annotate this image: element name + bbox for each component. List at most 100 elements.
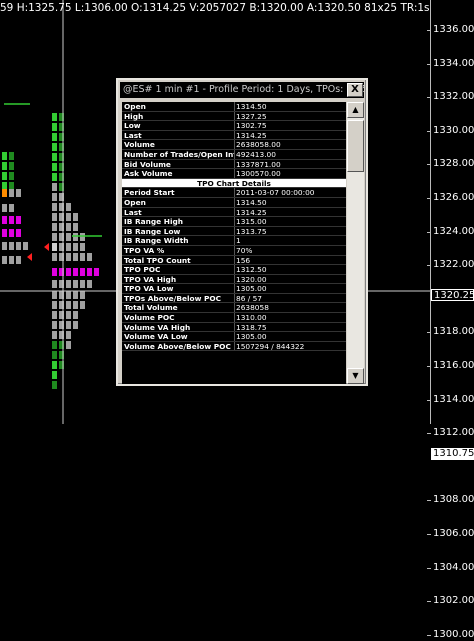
tpo-block bbox=[73, 233, 78, 241]
column-divider bbox=[234, 255, 235, 265]
tpo-block bbox=[73, 213, 78, 221]
tpo-block bbox=[66, 268, 71, 276]
tpo-block bbox=[2, 204, 7, 212]
tpo-block bbox=[80, 301, 85, 309]
row-value: 1507294 / 844322 bbox=[236, 341, 305, 351]
tpo-block bbox=[52, 233, 57, 241]
tpo-block bbox=[16, 189, 21, 197]
tpo-block bbox=[87, 253, 92, 261]
tpo-block bbox=[73, 311, 78, 319]
crosshair-price-label: 1310.75 bbox=[431, 448, 474, 461]
price-tick-label: 1332.00 bbox=[433, 91, 474, 103]
row-value: 70% bbox=[236, 245, 253, 255]
tpo-block bbox=[80, 233, 85, 241]
column-divider bbox=[234, 169, 235, 178]
row-value: 2638058.00 bbox=[236, 140, 281, 150]
price-tick-mark bbox=[427, 265, 431, 267]
tpo-block bbox=[66, 301, 71, 309]
row-label: Total TPO Count bbox=[124, 255, 191, 265]
row-value: 1302.75 bbox=[236, 121, 267, 131]
scroll-thumb[interactable] bbox=[347, 120, 364, 172]
row-label: Last bbox=[124, 207, 142, 217]
row-value: 2011-03-07 00:00:00 bbox=[236, 188, 315, 198]
row-label: Volume Above/Below POC bbox=[124, 341, 231, 351]
tpo-block bbox=[52, 193, 57, 201]
price-tick-label: 1314.00 bbox=[433, 393, 474, 405]
tpo-block bbox=[87, 280, 92, 288]
tpo-block bbox=[80, 280, 85, 288]
tpo-block bbox=[52, 331, 57, 339]
row-value: 1315.00 bbox=[236, 217, 267, 227]
tpo-block bbox=[16, 242, 21, 250]
tpo-block bbox=[52, 173, 57, 181]
row-value: 1 bbox=[236, 236, 241, 246]
tpo-block bbox=[16, 256, 21, 264]
price-tick-mark bbox=[427, 601, 431, 603]
tpo-block bbox=[66, 331, 71, 339]
table-row: Period Start 2011-03-07 00:00:00 bbox=[122, 188, 346, 198]
close-button[interactable]: X bbox=[347, 83, 363, 97]
table-row: High 1327.25 bbox=[122, 111, 346, 122]
tpo-block bbox=[2, 162, 7, 170]
tpo-block bbox=[2, 242, 7, 250]
tpo-block bbox=[52, 123, 57, 131]
tpo-block bbox=[73, 268, 78, 276]
price-tick-mark bbox=[427, 366, 431, 367]
tpo-block bbox=[66, 223, 71, 231]
scroll-down-button[interactable]: ▼ bbox=[347, 368, 364, 384]
tpo-block bbox=[52, 268, 57, 276]
row-value: 1314.50 bbox=[236, 102, 267, 111]
table-row: Bid Volume 1337871.00 bbox=[122, 159, 346, 170]
price-tick-mark bbox=[427, 97, 431, 99]
table-row: Open 1314.50 bbox=[122, 102, 346, 112]
tpo-block bbox=[66, 311, 71, 319]
tpo-block bbox=[16, 229, 21, 237]
row-value: 1300570.00 bbox=[236, 169, 281, 179]
tpo-block bbox=[9, 216, 14, 224]
column-divider bbox=[234, 207, 235, 217]
column-divider bbox=[234, 265, 235, 274]
column-divider bbox=[234, 197, 235, 207]
tpo-block bbox=[9, 152, 14, 160]
table-row: TPO VA % 70% bbox=[122, 245, 346, 256]
tpo-block bbox=[73, 280, 78, 288]
table-row: Open 1314.50 bbox=[122, 197, 346, 208]
tpo-block bbox=[2, 172, 7, 180]
tpo-block bbox=[66, 253, 71, 261]
price-tick-label: 1300.00 bbox=[433, 628, 474, 640]
row-value: 1310.00 bbox=[236, 313, 267, 323]
tpo-block bbox=[66, 233, 71, 241]
window-title[interactable]: @ES# 1 min #1 - Profile Period: 1 Days, … bbox=[120, 82, 364, 98]
price-tick-mark bbox=[427, 30, 431, 31]
vertical-scrollbar[interactable]: ▲ ▼ bbox=[347, 102, 364, 384]
row-value: 1312.50 bbox=[236, 265, 267, 275]
tpo-block bbox=[52, 351, 57, 359]
row-value: 1314.50 bbox=[236, 197, 267, 207]
price-tick-mark bbox=[427, 198, 431, 199]
open-price-marker bbox=[44, 243, 49, 251]
column-divider bbox=[234, 159, 235, 169]
row-label: Volume VA Low bbox=[124, 332, 188, 342]
tpo-block bbox=[9, 162, 14, 170]
tpo-block bbox=[23, 242, 28, 250]
row-label: Open bbox=[124, 197, 146, 207]
column-divider bbox=[234, 303, 235, 313]
tpo-block bbox=[52, 113, 57, 121]
tpo-block bbox=[73, 253, 78, 261]
tpo-block bbox=[52, 321, 57, 329]
price-tick-mark bbox=[427, 433, 431, 435]
row-value: 1327.25 bbox=[236, 111, 267, 121]
chart-values-window[interactable]: @ES# 1 min #1 - Profile Period: 1 Days, … bbox=[116, 78, 368, 386]
row-value: 1314.25 bbox=[236, 207, 267, 217]
column-divider bbox=[234, 140, 235, 149]
tpo-block bbox=[9, 204, 14, 212]
row-value: 492413.00 bbox=[236, 149, 276, 159]
tpo-block bbox=[73, 321, 78, 329]
price-tick-mark bbox=[427, 567, 431, 569]
table-row: TPOs Above/Below POC 86 / 57 bbox=[122, 293, 346, 304]
tpo-block bbox=[73, 301, 78, 309]
price-tick-label: 1334.00 bbox=[433, 57, 474, 69]
price-axis[interactable]: 1336.00 1334.00 1332.00 1330.00 1328.00 1326.… bbox=[427, 0, 474, 640]
table-row: TPO VA High 1320.00 bbox=[122, 274, 346, 285]
scroll-up-button[interactable]: ▲ bbox=[347, 102, 364, 118]
